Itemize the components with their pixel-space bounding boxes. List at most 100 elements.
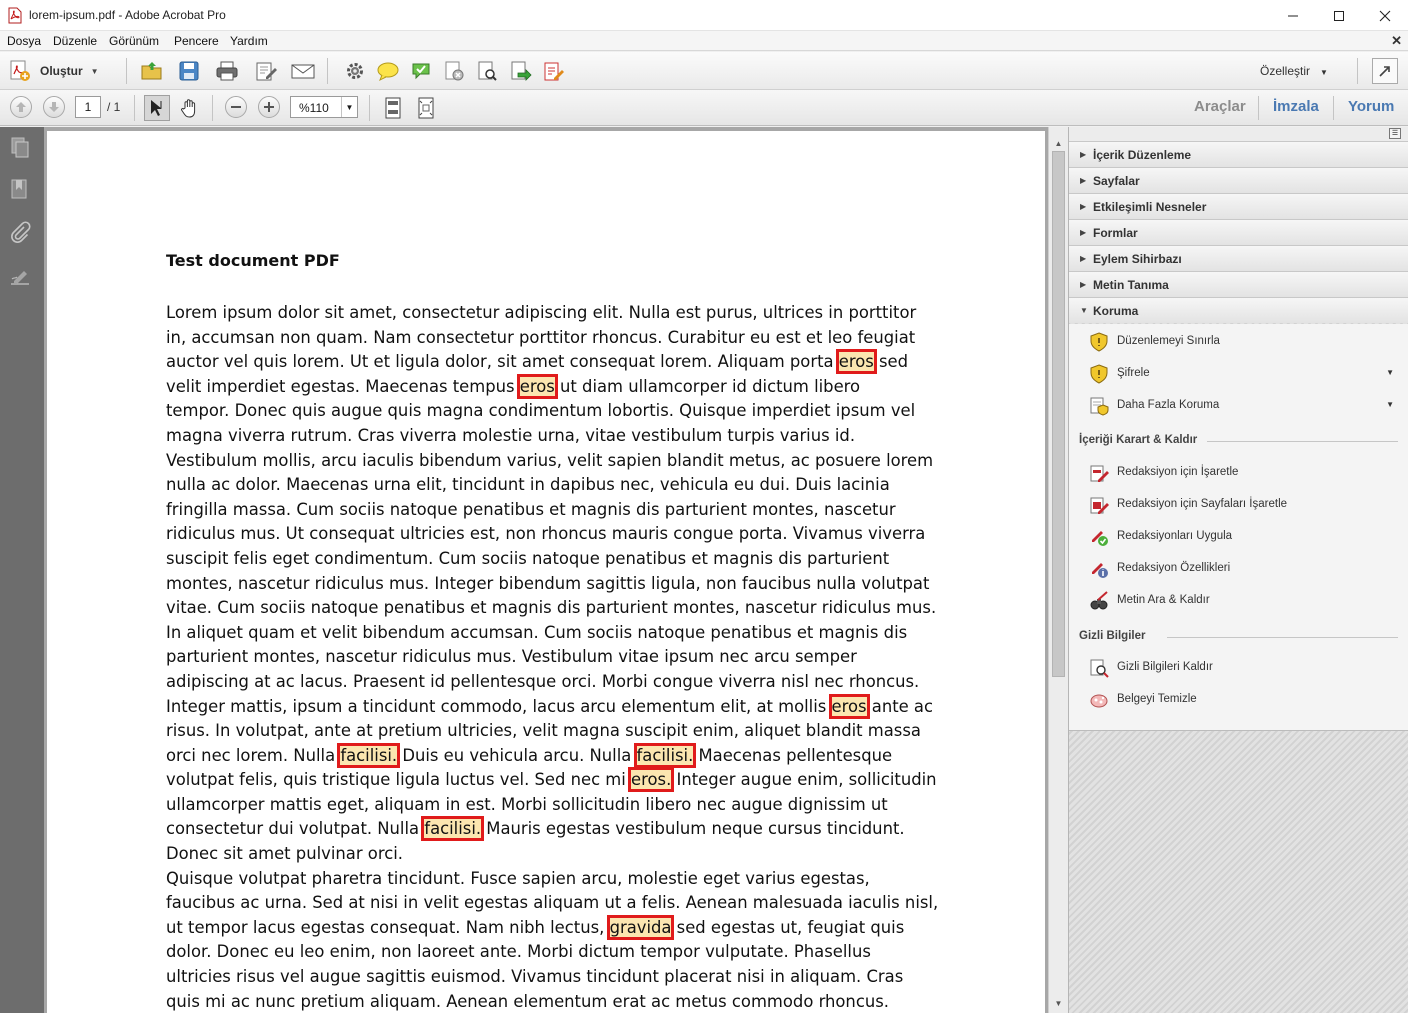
- menu-edit[interactable]: Düzenle: [53, 34, 97, 48]
- toolbar-separator: [1333, 96, 1334, 120]
- text-segment: ante ac: [866, 696, 933, 716]
- email-button[interactable]: [290, 58, 316, 84]
- remove-hidden-info-task[interactable]: Gizli Bilgileri Kaldır: [1069, 654, 1408, 682]
- hand-tool-button[interactable]: [177, 95, 203, 121]
- tools-pane-link[interactable]: Araçlar: [1194, 98, 1246, 115]
- minimize-button[interactable]: [1270, 0, 1316, 31]
- review-button[interactable]: [474, 58, 500, 84]
- sanitize-document-task[interactable]: Belgeyi Temizle: [1069, 686, 1408, 714]
- mark-for-redaction-task[interactable]: Redaksiyon için İşaretle: [1069, 459, 1408, 487]
- document-search-icon: [1090, 659, 1109, 678]
- redaction-mark[interactable]: eros: [835, 349, 877, 375]
- export-button[interactable]: [507, 58, 533, 84]
- edit-button[interactable]: [253, 58, 279, 84]
- section-forms[interactable]: ▶ Formlar: [1069, 219, 1408, 245]
- customize-dropdown[interactable]: Özelleştir ▼: [1260, 64, 1328, 78]
- section-interactive-objects[interactable]: ▶ Etkileşimli Nesneler: [1069, 193, 1408, 219]
- arrow-down-icon: [49, 102, 59, 112]
- redaction-mark[interactable]: eros: [516, 373, 558, 399]
- scroll-up-icon[interactable]: ▲: [1049, 135, 1068, 151]
- redact-group-header: İçeriği Karart & Kaldır: [1079, 434, 1198, 446]
- section-protection[interactable]: ▼ Koruma: [1069, 297, 1408, 323]
- text-line: vitae. Cum sociis natoque penatibus et m…: [166, 596, 936, 621]
- attachments-icon[interactable]: [8, 221, 32, 245]
- redaction-mark[interactable]: facilisi.: [337, 742, 401, 768]
- text-segment: in, accumsan non quam. Nam consectetur p…: [166, 327, 916, 347]
- zoom-in-button[interactable]: [258, 96, 280, 118]
- redaction-mark[interactable]: facilisi.: [633, 742, 697, 768]
- panel-options-icon[interactable]: ☰: [1389, 128, 1401, 139]
- chevron-down-icon[interactable]: ▼: [1386, 368, 1394, 377]
- text-segment: sed: [873, 352, 909, 372]
- fit-page-button[interactable]: [380, 95, 406, 121]
- restrict-editing-task[interactable]: Düzenlemeyi Sınırla: [1069, 328, 1408, 356]
- previous-page-button[interactable]: [10, 96, 32, 118]
- document-viewport[interactable]: Test document PDF Lorem ipsum dolor sit …: [44, 127, 1048, 1013]
- redaction-mark[interactable]: eros: [828, 693, 870, 719]
- text-segment: In aliquet quam et velit bibendum accums…: [166, 622, 908, 642]
- page-thumbnails-icon[interactable]: [8, 135, 32, 159]
- forms-button[interactable]: [540, 58, 566, 84]
- settings-button[interactable]: [342, 58, 368, 84]
- menu-view[interactable]: Görünüm: [109, 34, 159, 48]
- section-text-recognition[interactable]: ▶ Metin Tanıma: [1069, 271, 1408, 297]
- redaction-mark[interactable]: gravida: [606, 914, 675, 940]
- more-protection-task[interactable]: Daha Fazla Koruma ▼: [1069, 392, 1408, 420]
- sanitize-icon: [1090, 694, 1108, 708]
- customize-label: Özelleştir: [1260, 64, 1311, 78]
- hand-icon: [181, 99, 196, 118]
- task-label: Redaksiyon için İşaretle: [1117, 466, 1239, 478]
- text-segment: Integer mattis, ipsum a tincidunt commod…: [166, 696, 832, 716]
- section-pages[interactable]: ▶ Sayfalar: [1069, 167, 1408, 193]
- redaction-mark[interactable]: eros.: [628, 767, 675, 793]
- text-segment: parturient montes, nascetur ridiculus mu…: [166, 647, 857, 667]
- scrollbar-thumb[interactable]: [1052, 151, 1065, 677]
- fit-width-button[interactable]: [413, 95, 439, 121]
- print-button[interactable]: [214, 58, 240, 84]
- bookmarks-icon[interactable]: [8, 177, 32, 201]
- close-window-button[interactable]: [1362, 0, 1408, 31]
- mark-pages-for-redaction-task[interactable]: Redaksiyon için Sayfaları İşaretle: [1069, 491, 1408, 519]
- text-line: ullamcorper mattis eget, aliquam in est.…: [166, 793, 936, 818]
- section-content-editing[interactable]: ▶ İçerik Düzenleme: [1069, 141, 1408, 167]
- scroll-down-icon[interactable]: ▼: [1049, 995, 1068, 1011]
- open-button[interactable]: [139, 58, 165, 84]
- task-label: Şifrele: [1117, 367, 1150, 379]
- text-line: Lorem ipsum dolor sit amet, consectetur …: [166, 301, 936, 326]
- select-tool-button[interactable]: [144, 95, 170, 121]
- triangle-right-icon: ▶: [1080, 228, 1087, 237]
- chevron-down-icon[interactable]: ▼: [341, 97, 357, 117]
- menu-window[interactable]: Pencere: [174, 34, 219, 48]
- encrypt-task[interactable]: Şifrele ▼: [1069, 360, 1408, 388]
- signatures-icon[interactable]: [8, 265, 32, 289]
- zoom-select[interactable]: %110 ▼: [290, 96, 358, 118]
- redaction-properties-task[interactable]: Redaksiyon Özellikleri: [1069, 555, 1408, 583]
- next-page-button[interactable]: [43, 96, 65, 118]
- chevron-down-icon[interactable]: ▼: [1386, 400, 1394, 409]
- sign-pane-link[interactable]: İmzala: [1273, 98, 1319, 115]
- menu-help[interactable]: Yardım: [230, 34, 268, 48]
- zoom-out-button[interactable]: [225, 96, 247, 118]
- text-line: magna viverra rutrum. Cras viverra moles…: [166, 424, 936, 449]
- fullscreen-button[interactable]: [1372, 58, 1398, 84]
- comment-button[interactable]: [375, 58, 401, 84]
- task-label: Redaksiyon Özellikleri: [1117, 562, 1231, 574]
- apply-redactions-task[interactable]: Redaksiyonları Uygula: [1069, 523, 1408, 551]
- stamp-button[interactable]: [408, 58, 434, 84]
- speech-bubble-icon: [377, 62, 399, 82]
- menu-file[interactable]: Dosya: [7, 34, 41, 48]
- save-button[interactable]: [176, 58, 202, 84]
- text-segment: Integer augue enim, sollicitudin: [671, 770, 937, 790]
- page-number-input[interactable]: 1: [75, 96, 101, 118]
- create-button[interactable]: Oluştur ▼: [8, 58, 112, 84]
- vertical-scrollbar[interactable]: ▲ ▼: [1048, 127, 1068, 1013]
- comment-pane-link[interactable]: Yorum: [1348, 98, 1394, 115]
- section-action-wizard[interactable]: ▶ Eylem Sihirbazı: [1069, 245, 1408, 271]
- search-and-remove-text-task[interactable]: Metin Ara & Kaldır: [1069, 587, 1408, 615]
- section-label: Koruma: [1093, 304, 1139, 318]
- close-document-icon[interactable]: ✕: [1391, 33, 1402, 49]
- redaction-mark[interactable]: facilisi.: [421, 816, 485, 842]
- arrow-up-icon: [16, 102, 26, 112]
- secure-button[interactable]: [441, 58, 467, 84]
- maximize-button[interactable]: [1316, 0, 1362, 31]
